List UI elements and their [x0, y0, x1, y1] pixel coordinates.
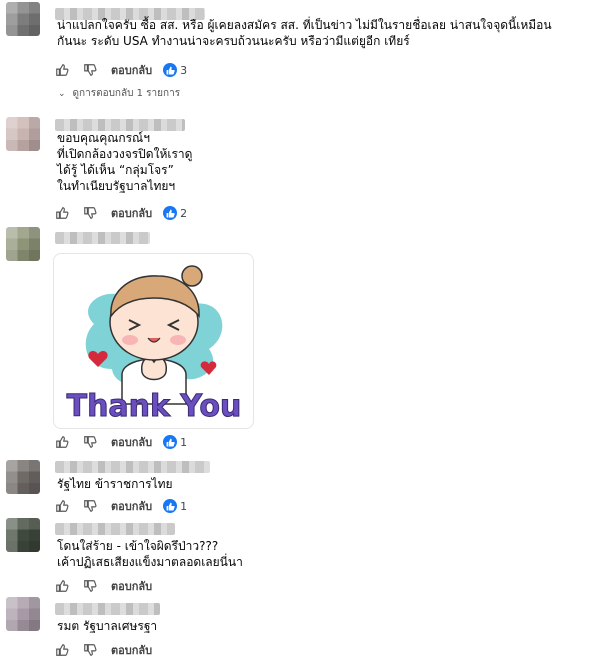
- like-reaction-icon[interactable]: [163, 435, 178, 449]
- reaction-count[interactable]: 2: [180, 207, 187, 220]
- thumbs-down-icon[interactable]: [83, 63, 97, 77]
- comment-actions: ตอบกลับ 1: [55, 433, 187, 451]
- reply-button[interactable]: ตอบกลับ: [111, 433, 152, 451]
- comment-actions: ตอบกลับ: [55, 641, 163, 659]
- reply-button[interactable]: ตอบกลับ: [111, 577, 152, 595]
- thank-you-sticker[interactable]: Thank You: [53, 253, 254, 429]
- reply-button[interactable]: ตอบกลับ: [111, 204, 152, 222]
- reaction-count[interactable]: 1: [180, 500, 187, 513]
- chevron-down-icon: ⌄: [58, 88, 66, 99]
- thumbs-down-icon[interactable]: [83, 579, 97, 593]
- comment-text: โดนใส่ร้าย - เข้าใจผิดรึป่าว??? เค้าปฏิเ…: [57, 539, 243, 569]
- avatar[interactable]: [6, 227, 40, 261]
- avatar[interactable]: [6, 597, 40, 631]
- like-reaction-icon[interactable]: [163, 63, 178, 77]
- commenter-name-blurred[interactable]: [55, 232, 150, 244]
- thumbs-down-icon[interactable]: [83, 206, 97, 220]
- thumbs-up-icon[interactable]: [55, 579, 69, 593]
- comment-text: ขอบคุณคุณกรณ์ฯ ที่เปิดกล้องวงจรปิดให้เรา…: [57, 131, 193, 193]
- like-reaction-icon[interactable]: [163, 499, 178, 513]
- comment-text: รัฐไทย ข้าราชการไทย: [57, 477, 173, 491]
- avatar[interactable]: [6, 460, 40, 494]
- reply-button[interactable]: ตอบกลับ: [111, 61, 152, 79]
- thank-you-sticker-art: Thank You: [66, 265, 242, 425]
- commenter-name-blurred[interactable]: [55, 523, 175, 535]
- thumbs-up-icon[interactable]: [55, 499, 69, 513]
- reply-button[interactable]: ตอบกลับ: [111, 497, 152, 515]
- view-replies-link[interactable]: ⌄ ดูการตอบกลับ 1 รายการ: [58, 86, 180, 101]
- sticker-text: Thank You: [67, 389, 242, 424]
- reaction-count[interactable]: 3: [180, 64, 187, 77]
- comment-text: รมต รัฐบาลเศษรฐา: [57, 619, 158, 633]
- thumbs-down-icon[interactable]: [83, 499, 97, 513]
- thumbs-up-icon[interactable]: [55, 63, 69, 77]
- avatar[interactable]: [6, 2, 40, 36]
- thumbs-up-icon[interactable]: [55, 643, 69, 657]
- thumbs-up-icon[interactable]: [55, 206, 69, 220]
- reply-button[interactable]: ตอบกลับ: [111, 641, 152, 659]
- like-reaction-icon[interactable]: [163, 206, 178, 220]
- thumbs-up-icon[interactable]: [55, 435, 69, 449]
- avatar[interactable]: [6, 117, 40, 151]
- commenter-name-blurred[interactable]: [55, 603, 160, 615]
- thumbs-down-icon[interactable]: [83, 435, 97, 449]
- comment-actions: ตอบกลับ 1: [55, 497, 187, 515]
- view-replies-label: ดูการตอบกลับ 1 รายการ: [72, 88, 181, 99]
- comment-actions: ตอบกลับ 2: [55, 204, 187, 222]
- comment-actions: ตอบกลับ: [55, 577, 163, 595]
- thumbs-down-icon[interactable]: [83, 643, 97, 657]
- reaction-count[interactable]: 1: [180, 436, 187, 449]
- comment-text: น่าแปลกใจครับ ซื้อ สส. หรือ ผู้เคยลงสมัค…: [57, 18, 552, 48]
- comment-actions: ตอบกลับ 3: [55, 61, 187, 79]
- avatar[interactable]: [6, 518, 40, 552]
- commenter-name-blurred[interactable]: [55, 461, 210, 473]
